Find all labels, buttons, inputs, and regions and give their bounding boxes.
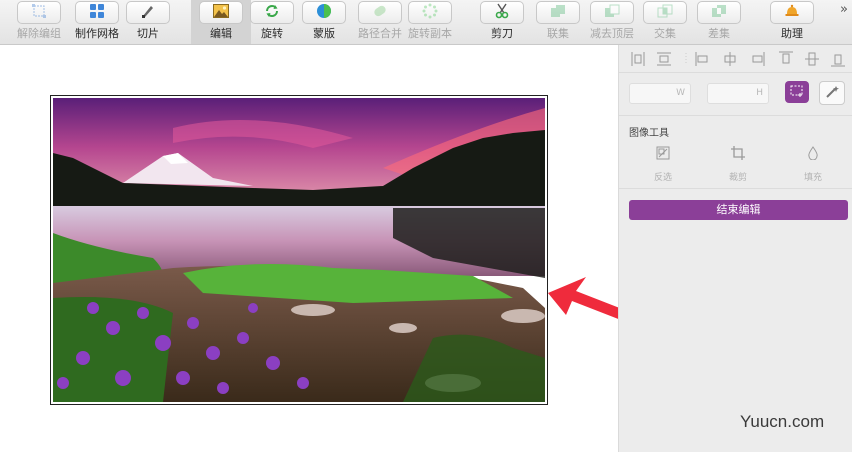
rotate-copy-button[interactable]: 旋转副本 [400,0,460,44]
path-merge-icon [372,3,388,22]
slice-knife-icon [141,3,155,22]
invert-selection-label: 反选 [653,173,672,183]
image-edit-icon [213,3,229,22]
distribute-vertical-icon[interactable] [657,51,671,67]
intersect-button[interactable]: 交集 [635,0,695,44]
crop-icon [731,145,745,164]
make-grid-label: 制作网格 [75,27,119,40]
height-field[interactable]: H [707,83,769,104]
watermark-text: Yuucn.com [740,412,825,431]
subtract-icon [604,3,620,22]
align-right-icon[interactable] [751,51,765,67]
selection-tool-button[interactable] [785,81,809,103]
width-field-suffix: W [676,88,685,98]
magic-wand-icon [825,84,839,103]
intersect-icon [657,3,673,22]
image-tools-title: 图像工具 [629,128,669,139]
crop-label: 裁剪 [728,173,747,183]
invert-selection-button[interactable]: 反选 [633,145,693,183]
rotate-icon [264,3,280,22]
rotate-label: 旋转 [261,27,283,40]
crop-button[interactable]: 裁剪 [708,145,768,183]
align-middle-vertical-icon[interactable] [805,51,819,67]
scissors-label: 剪刀 [491,27,513,40]
separator [619,72,852,73]
ungroup-label: 解除编组 [17,27,61,40]
align-center-horizontal-icon[interactable] [723,51,737,67]
divider-icon [679,51,693,67]
alignment-toolbar [627,51,847,69]
inspector-panel: W H 图像工具 反选 裁剪 填充 结束编辑 [618,45,852,452]
difference-button[interactable]: 差集 [689,0,749,44]
ungroup-icon [31,3,47,22]
landscape-photo[interactable] [50,95,548,405]
align-top-icon[interactable] [779,51,793,67]
mask-label: 蒙版 [313,27,335,40]
grid-icon [90,3,104,22]
assistant-bell-icon [784,3,800,22]
distribute-horizontal-icon[interactable] [631,51,645,67]
fill-drop-icon [806,145,820,164]
union-label: 联集 [547,27,569,40]
canvas[interactable] [0,45,684,452]
slice-button[interactable]: 切片 [118,0,178,44]
rotate-copy-icon [422,3,438,23]
height-field-suffix: H [756,88,763,98]
toolbar: 解除编组 制作网格 切片 编辑 旋转 蒙版 路径合并 旋转副本 剪刀 联集 减去… [0,0,852,45]
mask-icon [316,3,332,23]
separator [619,188,852,189]
mask-button[interactable]: 蒙版 [294,0,354,44]
fill-label: 填充 [803,173,822,183]
union-icon [550,3,566,22]
fill-button[interactable]: 填充 [783,145,843,183]
path-merge-label: 路径合并 [358,27,402,40]
edit-label: 编辑 [210,27,232,40]
finish-editing-button[interactable]: 结束编辑 [629,200,848,220]
scissors-button[interactable]: 剪刀 [472,0,532,44]
marquee-selection-icon [790,83,804,102]
invert-selection-icon [656,145,670,164]
align-bottom-icon[interactable] [831,51,845,67]
slice-label: 切片 [137,27,159,40]
assistant-button[interactable]: 助理 [762,0,822,44]
intersect-label: 交集 [654,27,676,40]
scissors-icon [494,3,510,23]
width-field[interactable]: W [629,83,691,104]
subtract-top-button[interactable]: 减去顶层 [582,0,642,44]
ungroup-button[interactable]: 解除编组 [9,0,69,44]
rotate-button[interactable]: 旋转 [242,0,302,44]
assistant-label: 助理 [781,27,803,40]
rotate-copy-label: 旋转副本 [408,27,452,40]
separator [619,115,852,116]
toolbar-overflow-button[interactable]: » [840,2,848,17]
magic-wand-button[interactable] [819,81,845,105]
difference-label: 差集 [708,27,730,40]
union-button[interactable]: 联集 [528,0,588,44]
subtract-top-label: 减去顶层 [590,27,634,40]
difference-icon [711,3,727,22]
align-left-icon[interactable] [695,51,709,67]
